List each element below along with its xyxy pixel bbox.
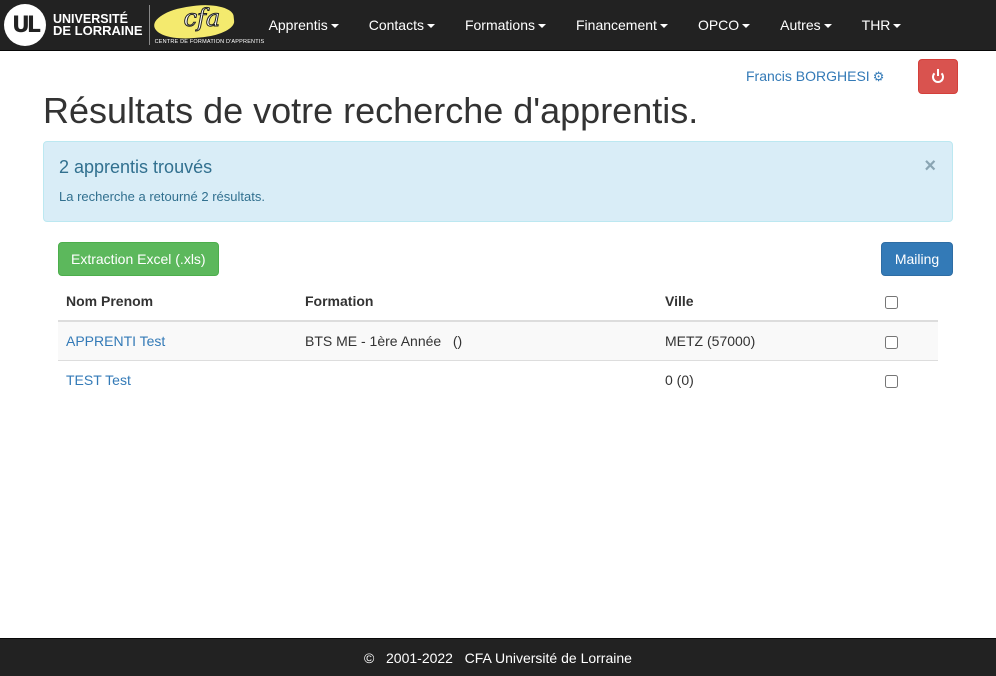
nav-item-apprentis[interactable]: Apprentis xyxy=(254,0,354,51)
brand-separator xyxy=(148,5,150,45)
nav-item-autres[interactable]: Autres xyxy=(765,0,846,51)
brand[interactable]: UL UNIVERSITÉ DE LORRAINE cfa CENTRE DE … xyxy=(0,0,264,51)
apprenti-link[interactable]: TEST Test xyxy=(66,372,131,388)
ul-text: UNIVERSITÉ DE LORRAINE xyxy=(53,13,143,37)
apprenti-link[interactable]: APPRENTI Test xyxy=(66,333,165,349)
results-table: Nom Prenom Formation Ville APPRENTI Test… xyxy=(58,282,938,399)
nav-label: THR xyxy=(861,16,891,33)
user-name: Francis BORGHESI xyxy=(746,68,870,84)
select-all-checkbox[interactable] xyxy=(885,295,898,309)
cfa-tagline: CENTRE DE FORMATION D'APPRENTIS xyxy=(154,39,265,45)
nav-item-opco[interactable]: OPCO xyxy=(683,0,765,51)
cell-formation: BTS ME - 1ère Année () xyxy=(297,320,657,360)
page-title: Résultats de votre recherche d'apprentis… xyxy=(43,90,699,131)
power-icon xyxy=(932,68,944,83)
header-formation: Formation xyxy=(297,282,657,322)
nav-label: Autres xyxy=(780,16,821,33)
nav-item-contacts[interactable]: Contacts xyxy=(354,0,450,51)
cell-formation xyxy=(297,359,657,399)
caret-down-icon xyxy=(742,23,751,28)
main-nav: Apprentis Contacts Formations Financemen… xyxy=(254,0,917,51)
cell-name: TEST Test xyxy=(58,359,297,399)
table-row: APPRENTI Test BTS ME - 1ère Année () MET… xyxy=(58,320,938,360)
cell-ville: METZ (57000) xyxy=(657,320,877,360)
row-checkbox[interactable] xyxy=(885,335,898,349)
header-ville: Ville xyxy=(657,282,877,322)
results-alert: 2 apprentis trouvés La recherche a retou… xyxy=(43,141,953,222)
header-nom-prenom: Nom Prenom xyxy=(58,282,297,322)
cfa-logo: cfa CENTRE DE FORMATION D'APPRENTIS xyxy=(152,1,264,48)
mailing-button[interactable]: Mailing xyxy=(881,242,953,276)
excel-export-button[interactable]: Extraction Excel (.xls) xyxy=(58,242,219,276)
universite-lorraine-logo: UL UNIVERSITÉ DE LORRAINE xyxy=(4,0,143,51)
footer: © 2001-2022 CFA Université de Lorraine xyxy=(0,638,996,676)
row-checkbox[interactable] xyxy=(885,374,898,388)
ul-line2: DE LORRAINE xyxy=(53,23,143,38)
cell-select xyxy=(877,359,938,399)
nav-item-thr[interactable]: THR xyxy=(847,0,917,51)
header-select-all xyxy=(877,282,938,322)
user-settings-link[interactable]: Francis BORGHESI ⚙ xyxy=(746,68,884,85)
top-navbar: UL UNIVERSITÉ DE LORRAINE cfa CENTRE DE … xyxy=(0,0,996,51)
caret-down-icon xyxy=(426,23,435,28)
nav-label: Apprentis xyxy=(268,16,328,33)
nav-label: Financement xyxy=(576,16,657,33)
caret-down-icon xyxy=(538,23,546,28)
cell-select xyxy=(877,320,938,360)
nav-label: Formations xyxy=(464,16,535,33)
alert-text: La recherche a retourné 2 résultats. xyxy=(59,189,265,204)
caret-down-icon xyxy=(330,23,339,28)
close-icon[interactable]: × xyxy=(924,156,936,176)
ul-circle-logo-icon: UL xyxy=(4,4,46,46)
nav-item-formations[interactable]: Formations xyxy=(450,0,561,51)
logout-button[interactable] xyxy=(918,59,958,94)
table-header-row: Nom Prenom Formation Ville xyxy=(58,282,938,322)
cell-name: APPRENTI Test xyxy=(58,320,297,360)
nav-label: Contacts xyxy=(368,16,424,33)
alert-title: 2 apprentis trouvés xyxy=(59,157,213,177)
nav-label: OPCO xyxy=(697,16,740,33)
table-row: TEST Test 0 (0) xyxy=(58,359,938,399)
caret-down-icon xyxy=(823,23,832,28)
cfa-word: cfa xyxy=(183,4,221,33)
footer-text: © 2001-2022 CFA Université de Lorraine xyxy=(364,649,632,666)
gear-icon: ⚙ xyxy=(872,69,885,84)
nav-item-financement[interactable]: Financement xyxy=(561,0,683,51)
cell-ville: 0 (0) xyxy=(657,359,877,399)
caret-down-icon xyxy=(893,23,902,28)
caret-down-icon xyxy=(659,23,668,28)
